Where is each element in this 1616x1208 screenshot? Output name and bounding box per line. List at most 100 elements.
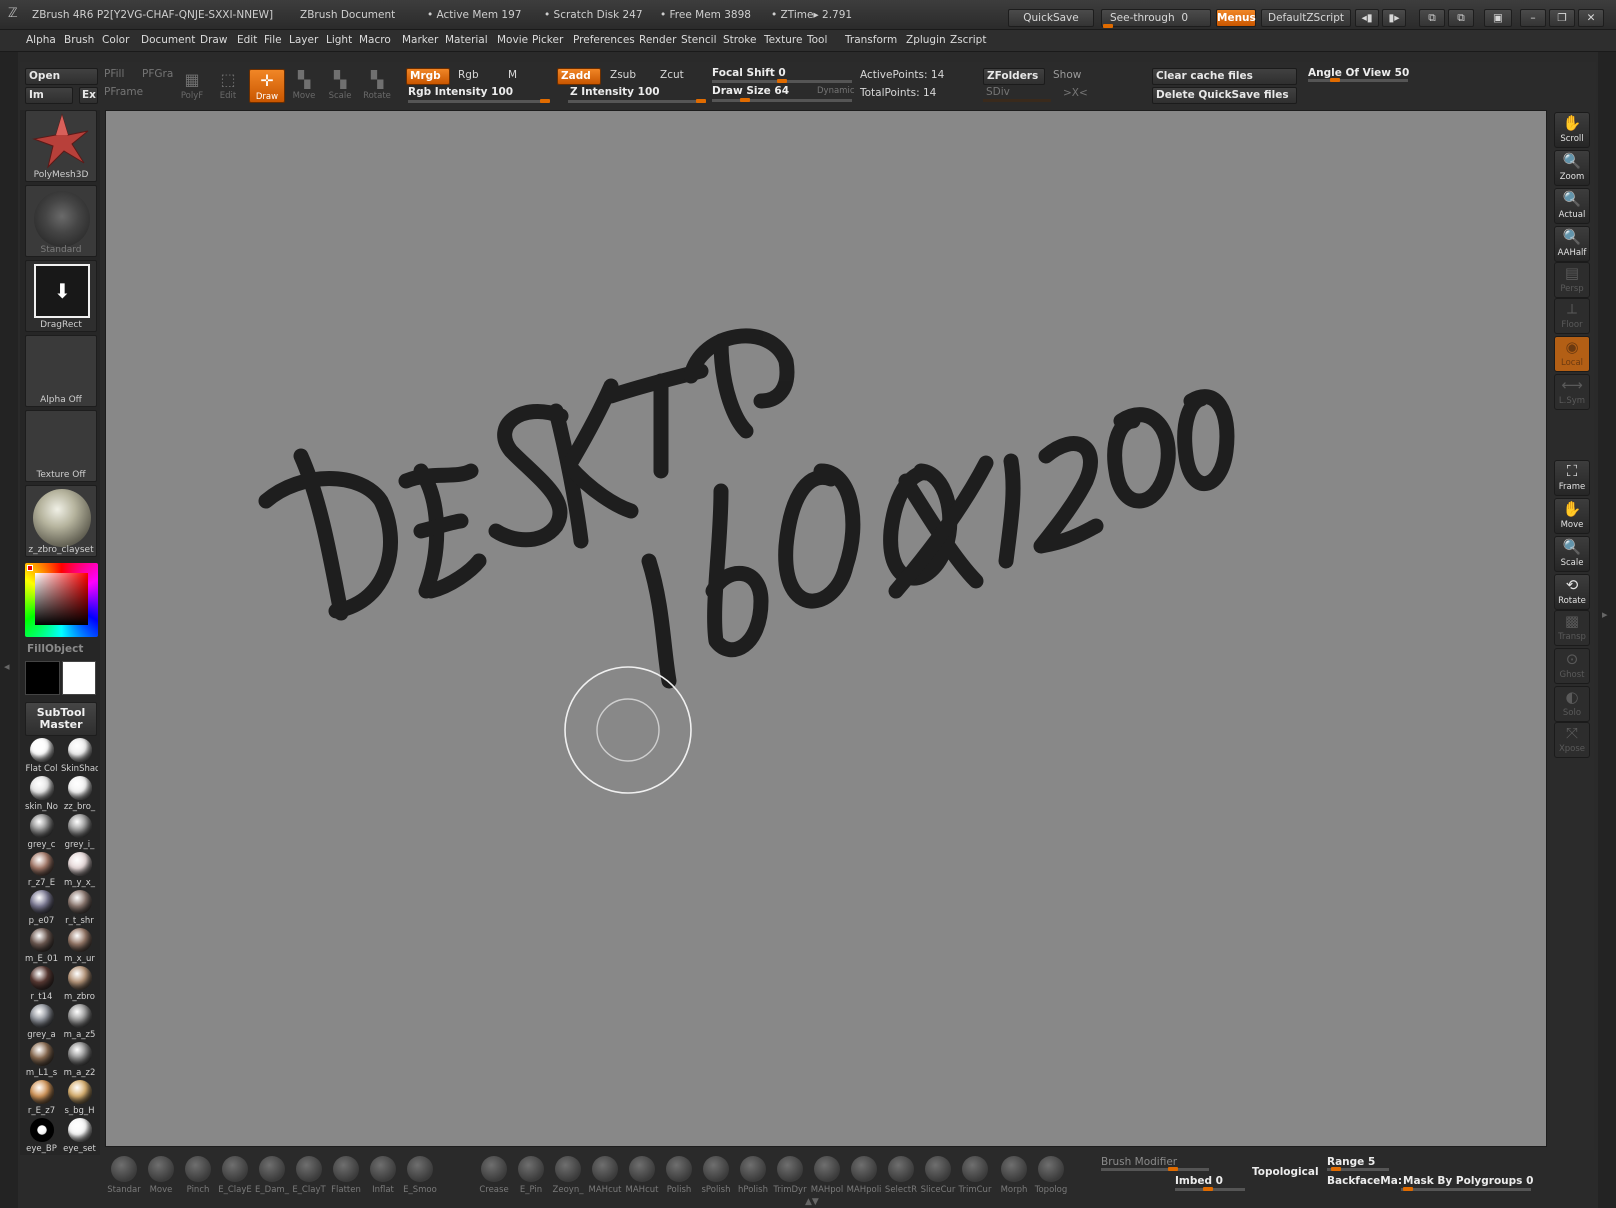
document-canvas[interactable] <box>105 110 1547 1147</box>
mask-by-polygroups-slider[interactable]: Mask By Polygroups 0 <box>1403 1175 1533 1187</box>
lock-icon[interactable]: ▣ <box>1484 9 1512 27</box>
matcap-item[interactable]: eye_BP <box>23 1118 60 1154</box>
brush-slot[interactable]: Standar <box>105 1156 143 1195</box>
right-tray-collapse-icon[interactable]: ▸ <box>1602 608 1608 621</box>
mask-by-polygroups-knob[interactable] <box>1403 1187 1413 1191</box>
brush-slot[interactable]: SliceCur <box>919 1156 957 1195</box>
shelf-lsym-button[interactable]: ⟷ L.Sym <box>1554 374 1590 410</box>
matcap-item[interactable]: skin_No <box>23 776 60 812</box>
menu-tool[interactable]: Tool <box>807 34 827 46</box>
focal-shift-knob[interactable] <box>777 79 787 83</box>
imbed-slider[interactable]: Imbed 0 <box>1175 1175 1223 1187</box>
brush-slot[interactable]: TrimDyr <box>771 1156 809 1195</box>
angle-of-view-slider[interactable]: Angle Of View 50 <box>1308 67 1409 79</box>
focal-shift-slider[interactable]: Focal Shift 0 <box>712 67 786 79</box>
range-knob[interactable] <box>1331 1167 1341 1171</box>
matcap-item[interactable]: grey_c <box>23 814 60 850</box>
fill-object-button[interactable]: FillObject <box>27 643 83 655</box>
menu-picker[interactable]: Picker <box>532 34 563 46</box>
xc-button[interactable]: >X< <box>1063 87 1088 99</box>
topological-button[interactable]: Topological <box>1252 1166 1319 1178</box>
draw-size-track[interactable] <box>712 99 852 102</box>
matcap-item[interactable]: zz_bro_ <box>61 776 98 812</box>
sdiv-track[interactable] <box>983 99 1051 102</box>
menu-layer[interactable]: Layer <box>289 34 318 46</box>
delete-quicksave-button[interactable]: Delete QuickSave files <box>1152 87 1297 104</box>
brush-slot[interactable]: Morph <box>995 1156 1033 1195</box>
menu-material[interactable]: Material <box>445 34 488 46</box>
matcap-item[interactable]: m_a_z2 <box>61 1042 98 1078</box>
subtool-master-button[interactable]: SubTool Master <box>25 702 97 736</box>
color-picker[interactable] <box>25 563 98 637</box>
expand-bottom-icon[interactable]: ▲▼ <box>805 1197 819 1207</box>
zadd-button[interactable]: Zadd <box>557 68 601 85</box>
matcap-item[interactable]: grey_a <box>23 1004 60 1040</box>
draw-button[interactable]: ✛ Draw <box>249 69 285 103</box>
draw-size-knob[interactable] <box>740 98 750 102</box>
menu-draw[interactable]: Draw <box>200 34 227 46</box>
brush-modifier-track[interactable] <box>1101 1168 1209 1171</box>
brush-slot[interactable]: E_Pin <box>512 1156 550 1195</box>
matcap-item[interactable]: SkinShad <box>61 738 98 774</box>
zfolders-button[interactable]: ZFolders <box>983 68 1045 85</box>
shelf-local-button[interactable]: ◉ Local <box>1554 336 1590 372</box>
zsub-button[interactable]: Zsub <box>610 69 636 81</box>
shelf-xpose-button[interactable]: ⤧ Xpose <box>1554 722 1590 758</box>
matcap-item[interactable]: eye_set <box>61 1118 98 1154</box>
matcap-item[interactable]: p_e07 <box>23 890 60 926</box>
menu-edit[interactable]: Edit <box>237 34 257 46</box>
shelf-scroll-button[interactable]: ✋ Scroll <box>1554 112 1590 148</box>
mask-by-polygroups-track[interactable] <box>1401 1188 1531 1191</box>
matcap-item[interactable]: m_a_z5 <box>61 1004 98 1040</box>
layout-icon[interactable]: ⧉ <box>1419 9 1445 27</box>
brush-slot[interactable]: E_Dam_ <box>253 1156 291 1195</box>
material-thumbnail[interactable]: z_zbro_clayset <box>25 485 97 557</box>
clear-cache-button[interactable]: Clear cache files <box>1152 68 1297 85</box>
matcap-item[interactable]: r_z7_E <box>23 852 60 888</box>
export-button[interactable]: Ex <box>79 87 98 104</box>
shelf-transp-button[interactable]: ▩ Transp <box>1554 610 1590 646</box>
matcap-item[interactable]: m_zbro <box>61 966 98 1002</box>
shelf-persp-button[interactable]: ▤ Persp <box>1554 262 1590 298</box>
menu-document[interactable]: Document <box>141 34 195 46</box>
brush-slot[interactable]: Polish <box>660 1156 698 1195</box>
main-color-swatch[interactable] <box>25 661 60 695</box>
m-button[interactable]: M <box>508 69 517 81</box>
open-button[interactable]: Open <box>25 68 98 85</box>
shelf-frame-button[interactable]: ⛶ Frame <box>1554 460 1590 496</box>
menu-marker[interactable]: Marker <box>402 34 438 46</box>
brush-slot[interactable]: E_ClayE <box>216 1156 254 1195</box>
left-tray-collapse-icon[interactable]: ◂ <box>4 660 10 673</box>
matcap-item[interactable]: m_E_01 <box>23 928 60 964</box>
edit-button[interactable]: ⬚ Edit <box>210 69 246 103</box>
matcap-item[interactable]: grey_i_ <box>61 814 98 850</box>
menu-macro[interactable]: Macro <box>359 34 391 46</box>
rgb-intensity-knob[interactable] <box>540 99 550 103</box>
brush-modifier-knob[interactable] <box>1168 1167 1178 1171</box>
brush-slot[interactable]: MAHcut <box>623 1156 661 1195</box>
polyf-button[interactable]: ▦ PolyF <box>174 69 210 103</box>
shelf-rotate-button[interactable]: ⟲ Rotate <box>1554 574 1590 610</box>
pfill-label[interactable]: PFill <box>104 68 124 80</box>
matcap-item[interactable]: m_x_ur <box>61 928 98 964</box>
rotate-button[interactable]: ▚ Rotate <box>359 69 395 103</box>
shelf-move-button[interactable]: ✋ Move <box>1554 498 1590 534</box>
matcap-item[interactable]: r_E_z7 <box>23 1080 60 1116</box>
shelf-solo-button[interactable]: ◐ Solo <box>1554 686 1590 722</box>
brush-slot[interactable]: Pinch <box>179 1156 217 1195</box>
brush-slot[interactable]: E_Smoo <box>401 1156 439 1195</box>
sdiv-slider[interactable]: SDiv <box>986 86 1010 98</box>
alpha-thumbnail[interactable]: Alpha Off <box>25 335 97 407</box>
menu-stroke[interactable]: Stroke <box>723 34 756 46</box>
menu-light[interactable]: Light <box>326 34 352 46</box>
see-through-knob[interactable] <box>1103 24 1113 28</box>
secondary-color-swatch[interactable] <box>62 661 96 695</box>
menu-transform[interactable]: Transform <box>845 34 897 46</box>
brush-slot[interactable]: Zeoyn_ <box>549 1156 587 1195</box>
angle-of-view-track[interactable] <box>1308 79 1408 82</box>
menu-texture[interactable]: Texture <box>764 34 802 46</box>
texture-thumbnail[interactable]: Texture Off <box>25 410 97 482</box>
rgb-button[interactable]: Rgb <box>458 69 479 81</box>
brush-slot[interactable]: MAHpoli <box>845 1156 883 1195</box>
menu-stencil[interactable]: Stencil <box>681 34 717 46</box>
